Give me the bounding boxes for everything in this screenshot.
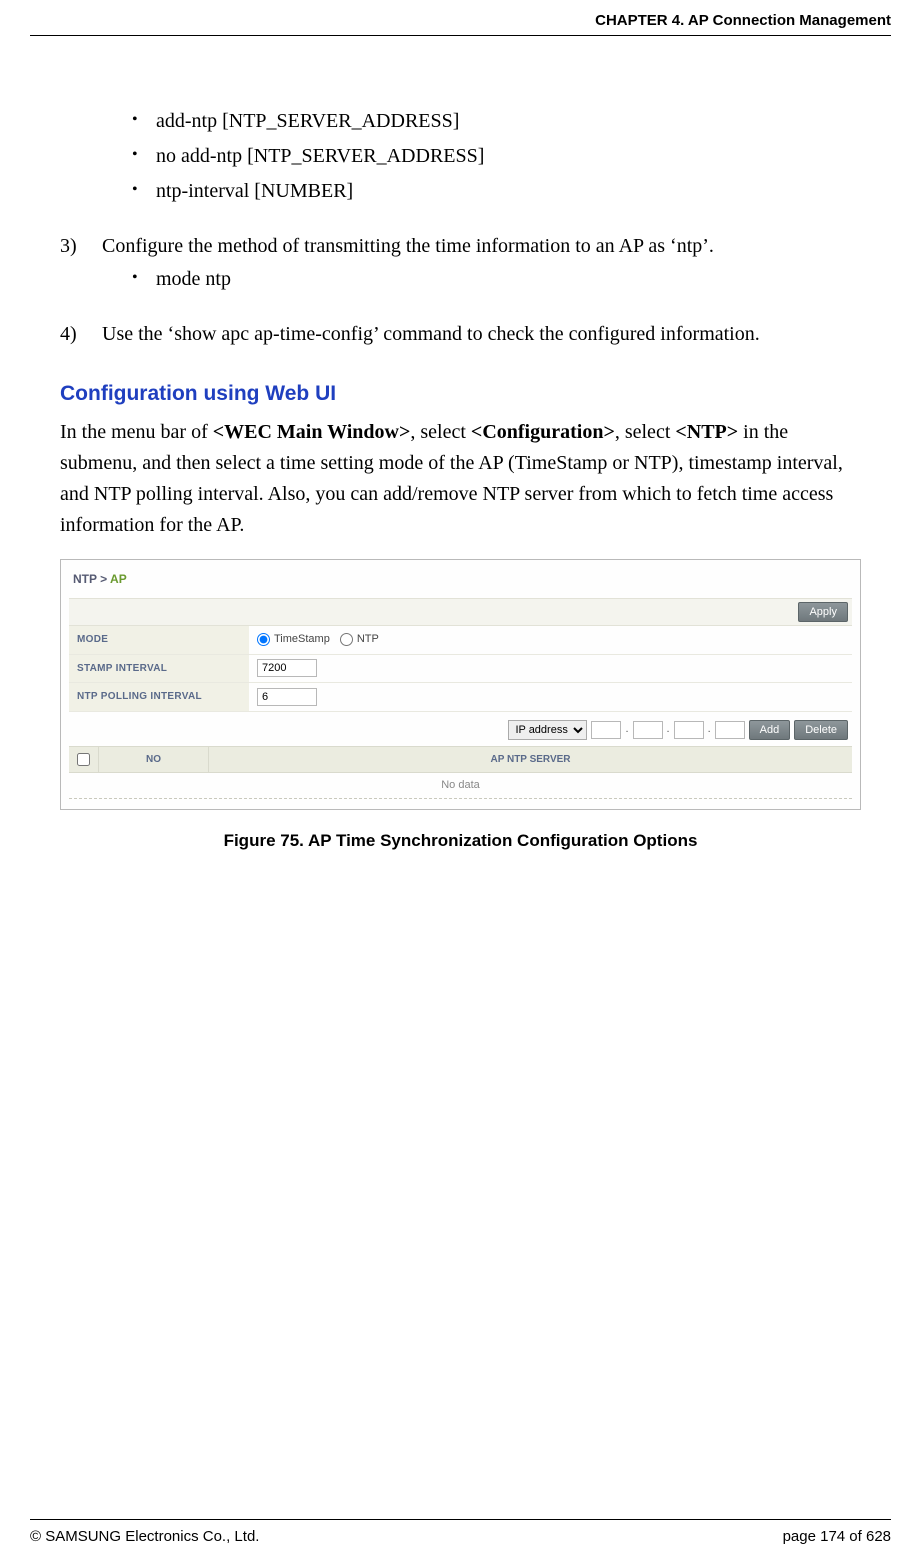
ntp-config-panel: NTP > AP Apply MODE TimeStamp [60, 559, 861, 811]
radio-ntp[interactable] [340, 633, 353, 646]
ip-type-select[interactable]: IP address [508, 720, 587, 740]
ntp-server-table-head: NO AP NTP SERVER [69, 746, 852, 774]
dot: . [708, 721, 711, 738]
select-all-checkbox[interactable] [77, 753, 90, 766]
ui-ref: <Configuration> [471, 421, 615, 443]
stamp-interval-label: STAMP INTERVAL [69, 655, 249, 683]
radio-timestamp[interactable] [257, 633, 270, 646]
figure-caption: Figure 75. AP Time Synchronization Confi… [60, 828, 861, 854]
step-3-sub: mode ntp [60, 264, 861, 295]
table-divider [69, 798, 852, 799]
column-no: NO [99, 747, 209, 773]
ntp-polling-label: NTP POLLING INTERVAL [69, 683, 249, 711]
text: , select [615, 421, 676, 443]
mode-ntp-option[interactable]: NTP [340, 631, 379, 648]
page-footer: © SAMSUNG Electronics Co., Ltd. page 174… [30, 1519, 891, 1545]
page-header: CHAPTER 4. AP Connection Management [30, 12, 891, 36]
section-paragraph: In the menu bar of <WEC Main Window>, se… [60, 417, 861, 541]
delete-button[interactable]: Delete [794, 720, 848, 740]
step-number: 4) [60, 319, 102, 350]
step-text: Configure the method of transmitting the… [102, 231, 861, 262]
breadcrumb: NTP > AP [69, 568, 852, 599]
step-text: Use the ‘show apc ap-time-config’ comman… [102, 319, 861, 350]
ip-octet-2[interactable] [633, 721, 663, 739]
ntp-polling-input[interactable] [257, 688, 317, 706]
list-item: no add-ntp [NTP_SERVER_ADDRESS] [132, 141, 861, 172]
no-data-text: No data [69, 773, 852, 796]
command-list: add-ntp [NTP_SERVER_ADDRESS] no add-ntp … [60, 106, 861, 207]
text: In the menu bar of [60, 421, 213, 443]
dot: . [667, 721, 670, 738]
text: , select [410, 421, 471, 443]
breadcrumb-leaf: AP [110, 572, 127, 586]
dot: . [625, 721, 628, 738]
stamp-interval-input[interactable] [257, 659, 317, 677]
ui-ref: <WEC Main Window> [213, 421, 411, 443]
ip-octet-4[interactable] [715, 721, 745, 739]
ui-ref: <NTP> [675, 421, 738, 443]
column-server: AP NTP SERVER [209, 747, 852, 773]
chapter-title: CHAPTER 4. AP Connection Management [595, 12, 891, 29]
breadcrumb-root: NTP [73, 572, 97, 586]
radio-label: TimeStamp [274, 631, 330, 648]
mode-timestamp-option[interactable]: TimeStamp [257, 631, 330, 648]
list-item: add-ntp [NTP_SERVER_ADDRESS] [132, 106, 861, 137]
list-item: mode ntp [132, 264, 861, 295]
step-4: 4) Use the ‘show apc ap-time-config’ com… [60, 319, 861, 350]
page-number: page 174 of 628 [783, 1528, 891, 1545]
apply-button[interactable]: Apply [798, 602, 848, 622]
step-number: 3) [60, 231, 102, 262]
add-button[interactable]: Add [749, 720, 791, 740]
ip-octet-1[interactable] [591, 721, 621, 739]
step-3: 3) Configure the method of transmitting … [60, 231, 861, 262]
mode-label: MODE [69, 626, 249, 654]
list-item: ntp-interval [NUMBER] [132, 176, 861, 207]
section-heading: Configuration using Web UI [60, 378, 861, 411]
breadcrumb-sep: > [100, 572, 107, 586]
copyright: © SAMSUNG Electronics Co., Ltd. [30, 1528, 259, 1545]
radio-label: NTP [357, 631, 379, 648]
ip-octet-3[interactable] [674, 721, 704, 739]
